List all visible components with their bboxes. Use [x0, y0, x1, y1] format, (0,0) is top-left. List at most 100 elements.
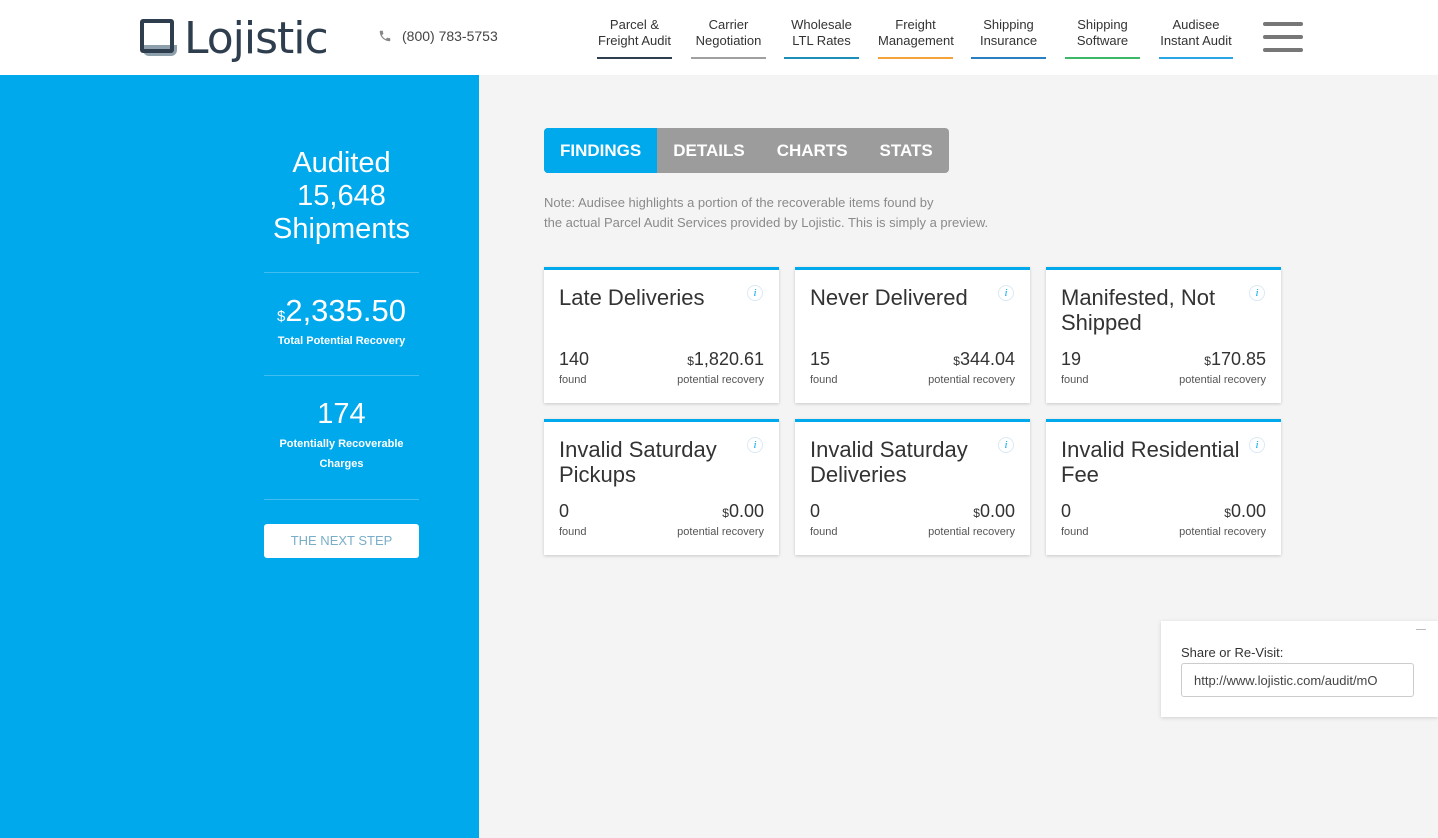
logo-mark-icon	[140, 19, 178, 57]
finding-card-never-delivered[interactable]: Never Delivered i 15 found $344.04 poten…	[795, 267, 1030, 403]
recovery-value: 344.04	[959, 349, 1015, 369]
phone-number[interactable]: (800) 783-5753	[378, 28, 498, 44]
nav-label-line1: Carrier	[708, 17, 749, 32]
results-tabs: FINDINGS DETAILS CHARTS STATS	[544, 128, 949, 173]
found-count: 0	[559, 501, 570, 521]
recovery-amount: $0.00	[973, 501, 1015, 522]
info-icon[interactable]: i	[998, 437, 1014, 453]
nav-label-line2: Instant Audit	[1160, 33, 1232, 48]
tab-details[interactable]: DETAILS	[657, 128, 760, 173]
note-line1: Note: Audisee highlights a portion of th…	[544, 195, 934, 210]
recovery-label: potential recovery	[928, 374, 1015, 386]
title-line2: Shipped	[1061, 310, 1142, 335]
card-title: Invalid Residential Fee	[1061, 437, 1246, 487]
nav-label-line2: Management	[878, 33, 954, 48]
card-title: Invalid Saturday Pickups	[559, 437, 744, 487]
heading-line2: 15,648	[297, 180, 386, 212]
nav-shipping-software[interactable]: Shipping Software	[1065, 17, 1140, 59]
divider	[264, 499, 419, 500]
total-recovery-amount: $2,335.50	[264, 293, 419, 329]
nav-label-line2: Software	[1076, 33, 1129, 48]
total-recovery-label: Total Potential Recovery	[277, 335, 406, 347]
recovery-label: potential recovery	[677, 526, 764, 538]
phone-icon	[379, 30, 391, 42]
info-icon[interactable]: i	[998, 285, 1014, 301]
title-line1: Invalid Saturday	[810, 437, 968, 462]
minimize-icon[interactable]	[1416, 629, 1426, 630]
title-line1: Invalid Saturday	[559, 437, 717, 462]
nav-label-line1: Audisee	[1172, 17, 1220, 32]
nav-label-line1: Freight	[895, 17, 936, 32]
logo-text: Lojistic	[184, 12, 329, 64]
nav-label-line1: Parcel &	[609, 17, 660, 32]
found-label: found	[559, 374, 587, 386]
found-count: 0	[810, 501, 821, 521]
found-label: found	[1061, 374, 1089, 386]
finding-card-late-deliveries[interactable]: Late Deliveries i 140 found $1,820.61 po…	[544, 267, 779, 403]
divider	[264, 272, 419, 273]
card-title: Invalid Saturday Deliveries	[810, 437, 995, 487]
nav-carrier-negotiation[interactable]: Carrier Negotiation	[691, 17, 766, 59]
heading-line3: Shipments	[272, 213, 410, 245]
nav-label-line2: Negotiation	[695, 33, 762, 48]
recovery-amount: $0.00	[722, 501, 764, 522]
audited-shipments-heading: Audited 15,648 Shipments	[264, 147, 419, 246]
title-line1: Manifested, Not	[1061, 285, 1216, 310]
recovery-amount: $170.85	[1204, 349, 1266, 370]
finding-card-invalid-residential-fee[interactable]: Invalid Residential Fee i 0 found $0.00 p…	[1046, 419, 1281, 555]
info-icon[interactable]: i	[1249, 437, 1265, 453]
recovery-label: potential recovery	[1179, 374, 1266, 386]
label-line2: Charges	[319, 458, 364, 470]
info-icon[interactable]: i	[747, 437, 763, 453]
info-icon[interactable]: i	[1249, 285, 1265, 301]
currency-symbol: $	[973, 506, 980, 520]
info-icon[interactable]: i	[747, 285, 763, 301]
nav-label-line1: Shipping	[983, 17, 1034, 32]
found-count: 0	[1061, 501, 1072, 521]
recovery-value: 170.85	[1210, 349, 1266, 369]
recovery-amount: $0.00	[1224, 501, 1266, 522]
site-header: Lojistic (800) 783-5753 Parcel & Freight…	[0, 0, 1438, 75]
nav-freight-management[interactable]: Freight Management	[878, 17, 954, 59]
menu-icon[interactable]	[1263, 22, 1303, 54]
label-line1: Potentially Recoverable	[279, 438, 404, 450]
heading-line1: Audited	[292, 147, 391, 179]
recovery-label: potential recovery	[677, 374, 764, 386]
card-title: Late Deliveries	[559, 285, 744, 310]
found-label: found	[810, 374, 838, 386]
recoverable-charges-label: Potentially Recoverable Charges	[264, 434, 419, 474]
nav-label-line1: Shipping	[1077, 17, 1128, 32]
currency-symbol: $	[1204, 354, 1211, 368]
recovery-label: potential recovery	[1179, 526, 1266, 538]
audit-summary-sidebar: Audited 15,648 Shipments $2,335.50 Total…	[0, 75, 479, 838]
title-line1: Never Delivered	[810, 285, 968, 310]
card-title: Manifested, Not Shipped	[1061, 285, 1246, 335]
tab-stats[interactable]: STATS	[864, 128, 949, 173]
currency-symbol: $	[1224, 506, 1231, 520]
finding-card-invalid-saturday-pickups[interactable]: Invalid Saturday Pickups i 0 found $0.00 …	[544, 419, 779, 555]
nav-parcel-freight-audit[interactable]: Parcel & Freight Audit	[597, 17, 672, 59]
found-label: found	[559, 526, 587, 538]
share-url-input[interactable]	[1181, 663, 1414, 697]
lojistic-logo[interactable]: Lojistic	[140, 12, 329, 64]
preview-note: Note: Audisee highlights a portion of th…	[544, 193, 1064, 233]
currency-symbol: $	[953, 354, 960, 368]
amount-value: 2,335.50	[285, 293, 406, 328]
tab-findings[interactable]: FINDINGS	[544, 128, 658, 173]
nav-wholesale-ltl-rates[interactable]: Wholesale LTL Rates	[784, 17, 859, 59]
nav-shipping-insurance[interactable]: Shipping Insurance	[971, 17, 1046, 59]
found-count: 19	[1061, 349, 1082, 369]
finding-card-invalid-saturday-deliveries[interactable]: Invalid Saturday Deliveries i 0 found $0.…	[795, 419, 1030, 555]
recovery-value: 1,820.61	[693, 349, 764, 369]
next-step-button[interactable]: THE NEXT STEP	[264, 524, 419, 558]
nav-audisee-instant-audit[interactable]: Audisee Instant Audit	[1159, 17, 1233, 59]
finding-card-manifested-not-shipped[interactable]: Manifested, Not Shipped i 19 found $170.8…	[1046, 267, 1281, 403]
recovery-value: 0.00	[728, 501, 764, 521]
tab-charts[interactable]: CHARTS	[761, 128, 864, 173]
nav-label-line2: Freight Audit	[598, 33, 671, 48]
found-count: 15	[810, 349, 831, 369]
found-label: found	[810, 526, 838, 538]
divider	[264, 375, 419, 376]
nav-label-line1: Wholesale	[791, 17, 852, 32]
recoverable-charges-count: 174	[317, 398, 366, 430]
